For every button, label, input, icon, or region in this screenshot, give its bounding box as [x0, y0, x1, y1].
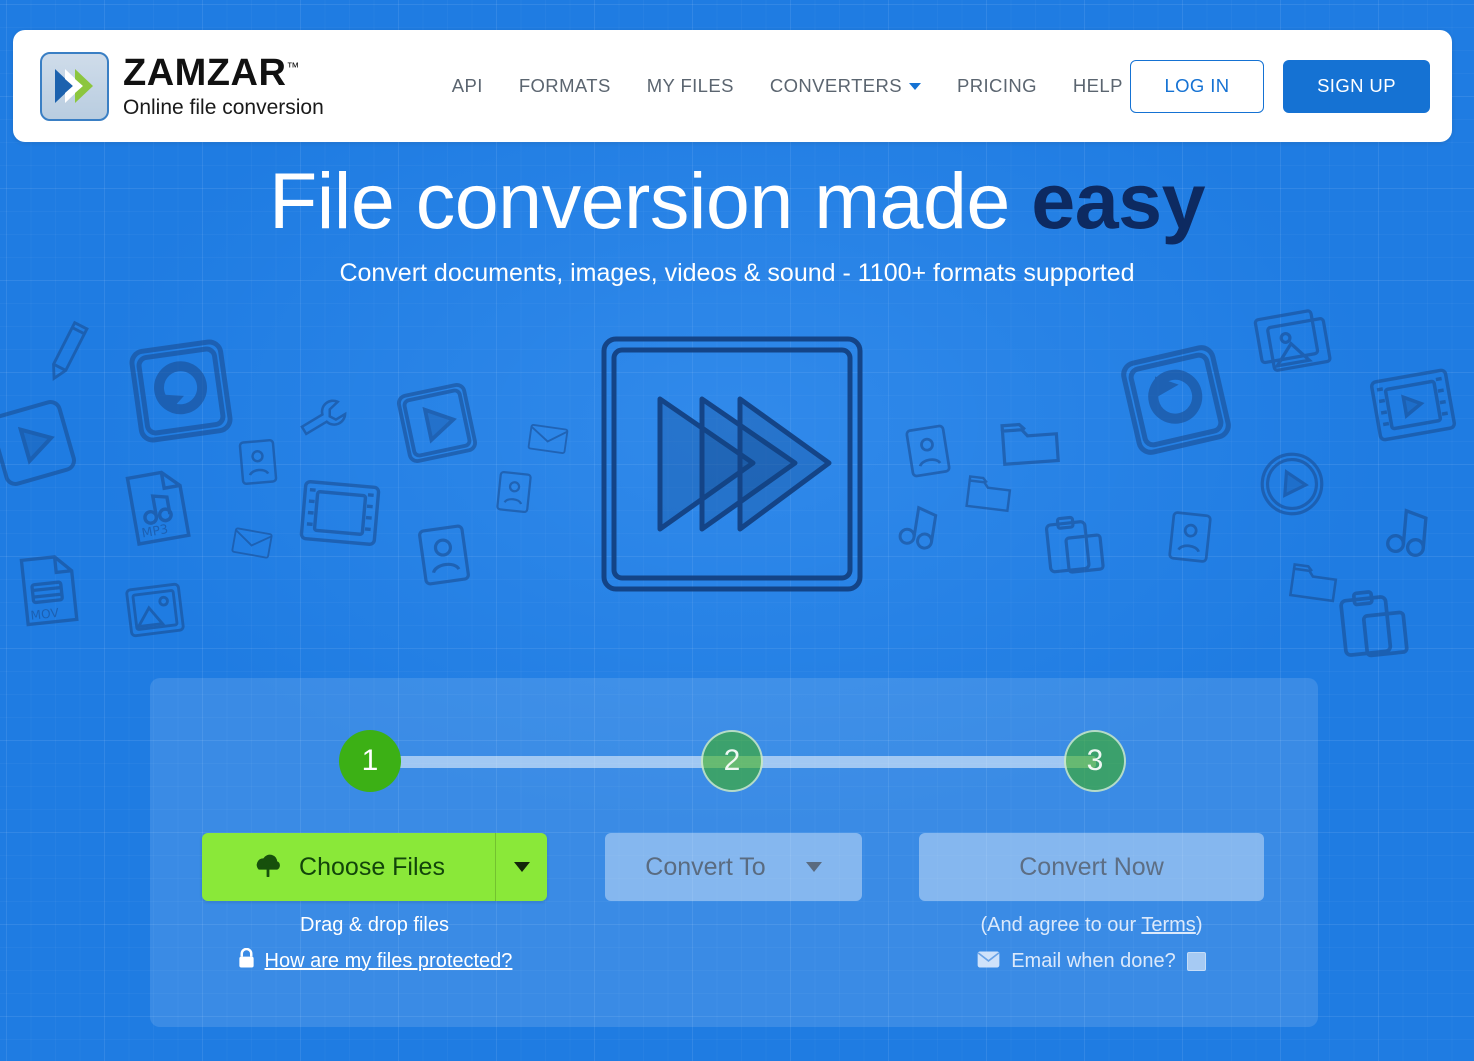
folder-icon	[964, 469, 1015, 514]
clipboard-icon	[1039, 511, 1109, 579]
music-note-icon	[1380, 500, 1437, 560]
trademark-symbol: ™	[286, 59, 300, 75]
convert-now-button[interactable]: Convert Now	[919, 833, 1264, 901]
photos-icon	[1251, 304, 1337, 380]
envelope-icon	[977, 950, 1000, 973]
brand-tagline: Online file conversion	[123, 96, 324, 119]
svg-text:MP3: MP3	[140, 521, 169, 540]
music-note-icon	[892, 497, 945, 554]
nav-label: FORMATS	[518, 75, 611, 96]
hero-title-accent: easy	[1031, 156, 1206, 245]
step-number: 3	[1086, 744, 1104, 777]
hero-section: File conversion made easy Convert docume…	[0, 159, 1474, 288]
nav-label: API	[451, 75, 483, 96]
step-2-indicator[interactable]: 2	[701, 730, 763, 792]
login-button[interactable]: LOG IN	[1130, 59, 1264, 113]
choose-files-label: Choose Files	[299, 852, 445, 881]
convert-to-dropdown[interactable]: Convert To	[605, 833, 862, 901]
page-title: File conversion made easy	[0, 159, 1474, 243]
mov-file-icon: MOV	[14, 551, 81, 629]
nav-label: PRICING	[957, 75, 1037, 96]
brand-name: ZAMZAR™	[123, 52, 300, 94]
files-protected-row: How are my files protected?	[202, 947, 547, 974]
play-circle-icon	[1256, 448, 1329, 521]
email-when-done-checkbox[interactable]	[1186, 952, 1206, 971]
terms-prefix: (And agree to our	[980, 914, 1142, 936]
brand-logo[interactable]: ZAMZAR™ Online file conversion	[40, 51, 324, 121]
folder-icon	[998, 414, 1061, 468]
terms-suffix: )	[1195, 914, 1203, 936]
nav-item-my-files[interactable]: MY FILES	[647, 75, 734, 97]
nav-item-help[interactable]: HELP	[1073, 75, 1123, 97]
converter-controls: Choose Files Convert To Convert Now	[150, 833, 1318, 903]
hero-title-main: File conversion made	[268, 156, 1032, 245]
double-chevron-icon	[40, 51, 109, 121]
files-protected-link[interactable]: How are my files protected?	[265, 950, 513, 973]
nav-item-converters[interactable]: CONVERTERS	[769, 75, 922, 97]
chevron-down-icon	[513, 862, 530, 872]
choose-files-group: Choose Files	[202, 833, 547, 901]
choose-files-button[interactable]: Choose Files	[202, 833, 495, 901]
film-strip-icon	[1367, 365, 1459, 444]
film-strip-icon	[297, 477, 382, 550]
cloud-upload-icon	[252, 851, 284, 884]
contact-card-icon	[902, 421, 954, 481]
site-header: ZAMZAR™ Online file conversion API FORMA…	[13, 30, 1452, 142]
nav-label: HELP	[1072, 75, 1123, 96]
chevron-down-icon	[805, 862, 822, 872]
convert-now-helper: (And agree to our Terms) Email when done…	[919, 914, 1264, 973]
step-3-indicator[interactable]: 3	[1064, 730, 1126, 792]
document-icon	[236, 436, 280, 487]
fast-forward-sketch-icon	[598, 333, 866, 595]
lock-icon	[237, 947, 256, 974]
nav-item-api[interactable]: API	[452, 75, 483, 97]
step-1-indicator[interactable]: 1	[339, 730, 401, 792]
nav-item-formats[interactable]: FORMATS	[519, 75, 611, 97]
email-when-done-row: Email when done?	[919, 950, 1264, 973]
signup-button[interactable]: SIGN UP	[1283, 59, 1430, 113]
refresh-square-icon	[121, 331, 241, 451]
step-number: 1	[361, 744, 379, 777]
email-when-done-label: Email when done?	[1011, 950, 1176, 972]
choose-files-dropdown-button[interactable]	[495, 833, 547, 901]
auth-actions: LOG IN SIGN UP	[1130, 59, 1430, 113]
step-number: 2	[723, 744, 741, 777]
choose-files-helper: Drag & drop files How are my files prote…	[202, 914, 547, 974]
nav-label: MY FILES	[646, 75, 734, 96]
nav-label: CONVERTERS	[769, 75, 903, 96]
terms-link[interactable]: Terms	[1141, 914, 1195, 936]
play-square-icon	[388, 374, 485, 471]
contact-card-icon	[414, 521, 474, 590]
mp3-file-icon: MP3	[120, 465, 194, 549]
document-icon	[494, 468, 534, 516]
convert-to-label: Convert To	[645, 852, 766, 881]
clipboard-icon	[1332, 584, 1413, 663]
envelope-icon	[526, 421, 570, 456]
main-navigation: API FORMATS MY FILES CONVERTERS PRICING …	[452, 75, 1123, 97]
document-icon	[1165, 508, 1214, 566]
folder-icon	[1287, 557, 1340, 605]
drag-drop-text: Drag & drop files	[300, 914, 449, 936]
image-file-icon	[123, 581, 187, 640]
terms-text: (And agree to our Terms)	[919, 914, 1264, 937]
chevron-down-icon	[909, 82, 922, 90]
hero-subtitle: Convert documents, images, videos & soun…	[339, 258, 1135, 287]
nav-item-pricing[interactable]: PRICING	[957, 75, 1037, 97]
step-indicator: 1 2 3	[150, 730, 1318, 792]
converter-panel: 1 2 3 Choose Files Convert To Convert No…	[150, 678, 1318, 1027]
